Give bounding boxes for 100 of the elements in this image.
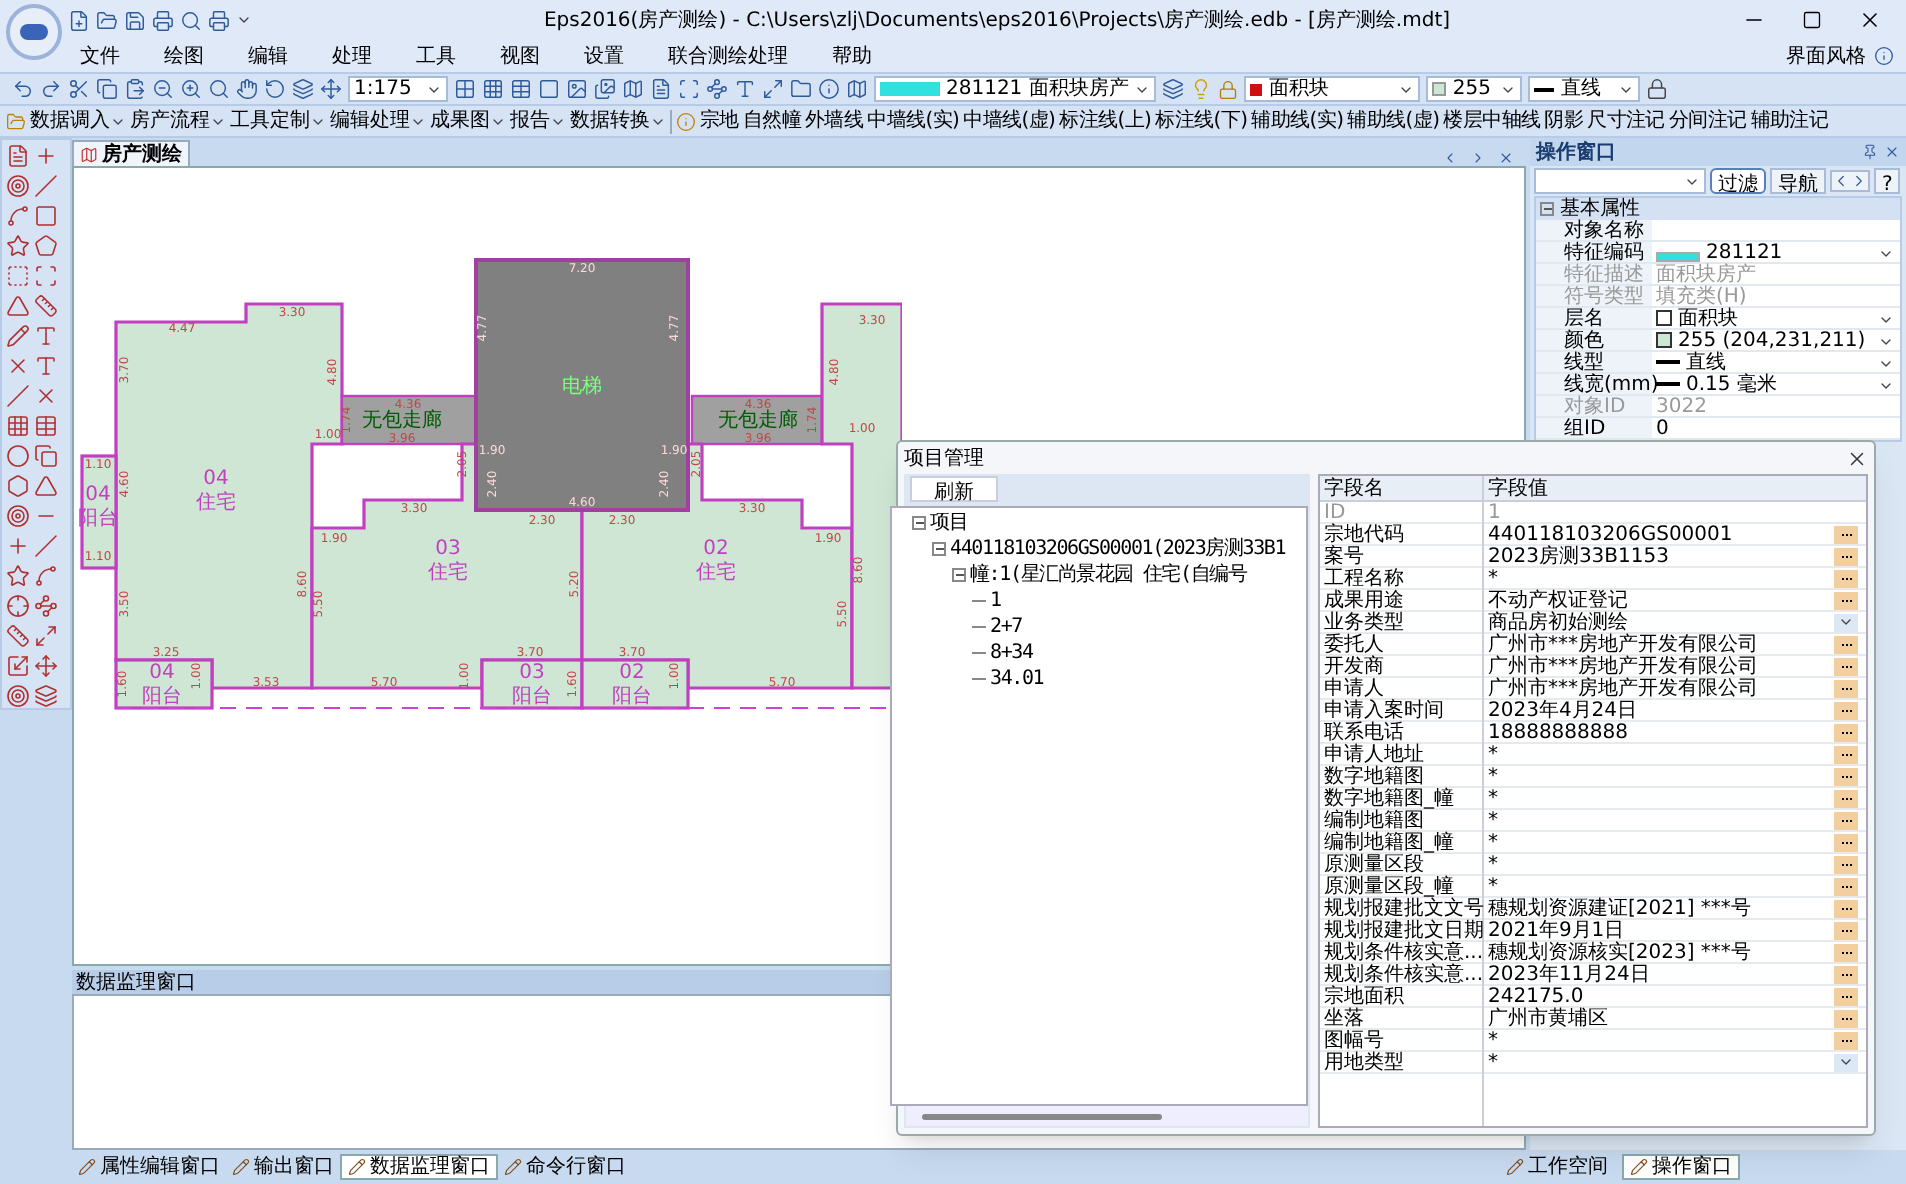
ellipsis-icon[interactable] bbox=[1834, 591, 1858, 609]
toolbar-button[interactable]: 中墙线(虚) bbox=[963, 106, 1056, 136]
panel-tab[interactable]: 输出窗口 bbox=[226, 1154, 340, 1180]
close-icon[interactable] bbox=[1858, 8, 1882, 32]
tree-item[interactable]: 440118103206GS00001(2023房测33B1 bbox=[950, 534, 1286, 564]
scale-dropdown[interactable]: 1:175 bbox=[348, 76, 448, 102]
tree-item[interactable]: 2+7 bbox=[990, 612, 1022, 642]
drawing-tool-icon[interactable] bbox=[34, 264, 58, 288]
folder-icon[interactable] bbox=[6, 111, 26, 131]
toolbar-menu-button[interactable]: 报告 bbox=[510, 106, 566, 136]
toolbar-menu-button[interactable]: 工具定制 bbox=[230, 106, 326, 136]
ellipsis-icon[interactable] bbox=[1834, 855, 1858, 873]
drawing-tool-icon[interactable] bbox=[34, 234, 58, 258]
drawing-tool-icon[interactable] bbox=[6, 594, 30, 618]
tree-item[interactable]: 项目 bbox=[930, 508, 968, 538]
document-tab[interactable]: 房产测绘 bbox=[72, 140, 190, 166]
drawing-tool-icon[interactable] bbox=[34, 594, 58, 618]
tree-item[interactable]: 8+34 bbox=[990, 638, 1033, 668]
panel-tab[interactable]: 工作空间 bbox=[1500, 1154, 1614, 1180]
ellipsis-icon[interactable] bbox=[1834, 547, 1858, 565]
drawing-tool-icon[interactable] bbox=[6, 414, 30, 438]
caret-icon[interactable] bbox=[1838, 1054, 1854, 1070]
toolbar-button[interactable]: 分间注记 bbox=[1668, 106, 1747, 136]
info-icon[interactable] bbox=[818, 78, 840, 100]
toolbar-button[interactable]: 阴影 bbox=[1544, 106, 1584, 136]
waypoints-icon[interactable] bbox=[706, 78, 728, 100]
toolbar-menu-button[interactable]: 数据调入 bbox=[30, 106, 126, 136]
drawing-tool-icon[interactable] bbox=[6, 564, 30, 588]
caret-icon[interactable] bbox=[1878, 356, 1894, 372]
images-icon[interactable] bbox=[594, 78, 616, 100]
drawing-tool-icon[interactable] bbox=[6, 204, 30, 228]
drawing-tool-icon[interactable] bbox=[34, 474, 58, 498]
layer-dropdown[interactable]: 面积块 bbox=[1244, 76, 1421, 102]
save-icon[interactable] bbox=[124, 9, 146, 31]
menu-item[interactable]: 绘图 bbox=[164, 41, 204, 71]
menu-item[interactable]: 工具 bbox=[416, 41, 456, 71]
ellipsis-icon[interactable] bbox=[1834, 635, 1858, 653]
drawing-tool-icon[interactable] bbox=[6, 354, 30, 378]
copy-icon[interactable] bbox=[96, 78, 118, 100]
cut-icon[interactable] bbox=[68, 78, 90, 100]
collapse-toggle-icon[interactable] bbox=[932, 542, 946, 556]
toolbar-menu-button[interactable]: 编辑处理 bbox=[330, 106, 426, 136]
toolbar-button[interactable]: 外墙线 bbox=[805, 106, 864, 136]
ellipsis-icon[interactable] bbox=[1834, 943, 1858, 961]
drawing-tool-icon[interactable] bbox=[6, 624, 30, 648]
ellipsis-icon[interactable] bbox=[1834, 723, 1858, 741]
caret-icon[interactable] bbox=[1878, 378, 1894, 394]
collapse-toggle-icon[interactable] bbox=[912, 516, 926, 530]
menu-item[interactable]: 设置 bbox=[584, 41, 624, 71]
drawing-tool-icon[interactable] bbox=[34, 324, 58, 348]
menu-item[interactable]: 帮助 bbox=[832, 41, 872, 71]
drawing-tool-icon[interactable] bbox=[6, 444, 30, 468]
panel-tab[interactable]: 属性编辑窗口 bbox=[72, 1154, 226, 1180]
text-icon[interactable] bbox=[734, 78, 756, 100]
tree-item[interactable]: 幢:1(星汇尚景花园 住宅(自编号 bbox=[970, 560, 1247, 590]
caret-icon[interactable] bbox=[1878, 312, 1894, 328]
zoom-in-icon[interactable] bbox=[180, 78, 202, 100]
toolbar-button[interactable]: 辅助线(虚) bbox=[1347, 106, 1440, 136]
ellipsis-icon[interactable] bbox=[1834, 569, 1858, 587]
ellipsis-icon[interactable] bbox=[1834, 789, 1858, 807]
grid-icon[interactable] bbox=[454, 78, 476, 100]
drawing-tool-icon[interactable] bbox=[6, 294, 30, 318]
ellipsis-icon[interactable] bbox=[1834, 811, 1858, 829]
drawing-tool-icon[interactable] bbox=[6, 384, 30, 408]
image-icon[interactable] bbox=[566, 78, 588, 100]
caret-icon[interactable] bbox=[1838, 614, 1854, 630]
expand-icon[interactable] bbox=[762, 78, 784, 100]
drawing-tool-icon[interactable] bbox=[6, 234, 30, 258]
chevron-right-icon[interactable] bbox=[1470, 150, 1486, 166]
scan-icon[interactable] bbox=[678, 78, 700, 100]
map-icon[interactable] bbox=[846, 78, 868, 100]
ellipsis-icon[interactable] bbox=[1834, 745, 1858, 763]
printer-icon[interactable] bbox=[152, 9, 174, 31]
square-icon[interactable] bbox=[538, 78, 560, 100]
toolbar-button[interactable]: 楼层中轴线 bbox=[1443, 106, 1541, 136]
move-icon[interactable] bbox=[320, 78, 342, 100]
collapse-toggle-icon[interactable] bbox=[1540, 202, 1554, 216]
ellipsis-icon[interactable] bbox=[1834, 1009, 1858, 1027]
zoom-out-icon[interactable] bbox=[152, 78, 174, 100]
menu-item[interactable]: 界面风格 bbox=[1786, 41, 1866, 71]
search-icon[interactable] bbox=[208, 78, 230, 100]
tree-item[interactable]: 1 bbox=[990, 586, 1001, 616]
menu-item[interactable]: 文件 bbox=[80, 41, 120, 71]
drawing-tool-icon[interactable] bbox=[34, 564, 58, 588]
close-icon[interactable] bbox=[1846, 447, 1868, 469]
ellipsis-icon[interactable] bbox=[1834, 877, 1858, 895]
toolbar-button[interactable]: 标注线(下) bbox=[1155, 106, 1248, 136]
redo-icon[interactable] bbox=[40, 78, 62, 100]
panel-tab[interactable]: 命令行窗口 bbox=[498, 1154, 632, 1180]
drawing-tool-icon[interactable] bbox=[34, 354, 58, 378]
ellipsis-icon[interactable] bbox=[1834, 679, 1858, 697]
print-preview-icon[interactable] bbox=[180, 9, 202, 31]
drawing-tool-icon[interactable] bbox=[34, 294, 58, 318]
printer-icon[interactable] bbox=[208, 9, 230, 31]
rotate-icon[interactable] bbox=[264, 78, 286, 100]
horizontal-scrollbar[interactable] bbox=[922, 1113, 1162, 1119]
table-icon[interactable] bbox=[510, 78, 532, 100]
toolbar-button[interactable]: 辅助线(实) bbox=[1251, 106, 1344, 136]
drawing-tool-icon[interactable] bbox=[34, 654, 58, 678]
drawing-tool-icon[interactable] bbox=[34, 384, 58, 408]
